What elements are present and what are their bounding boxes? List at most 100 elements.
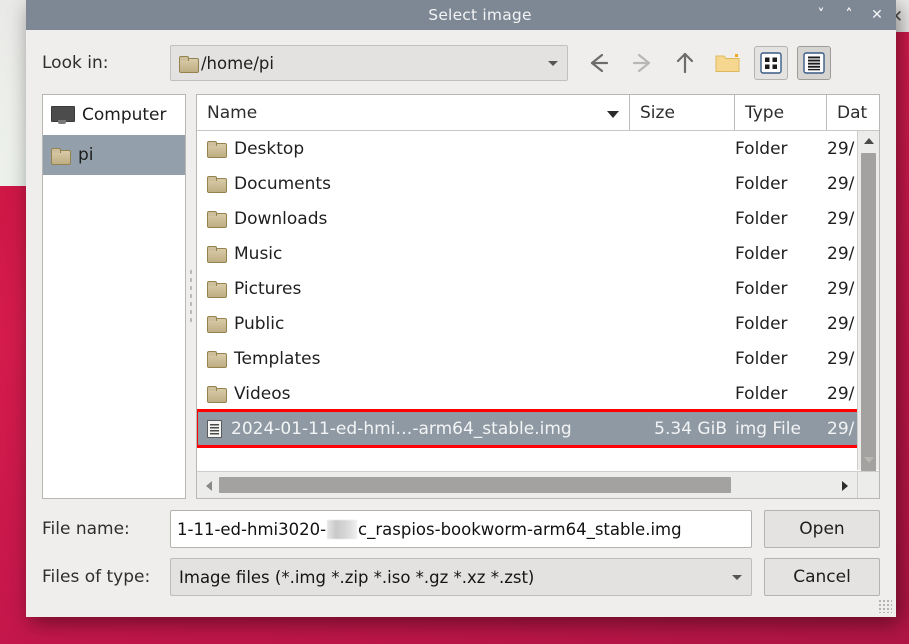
horizontal-scrollbar-thumb[interactable] <box>219 477 731 493</box>
table-row[interactable]: VideosFolder29/ <box>197 376 879 411</box>
resize-grip-icon[interactable] <box>878 599 892 613</box>
file-name-cell: Downloads <box>197 209 630 229</box>
folder-icon <box>207 351 225 366</box>
file-type-cell: img File <box>735 419 827 439</box>
column-header-label: Dat <box>837 103 867 123</box>
window-controls: ˅ ˄ ✕ <box>814 8 896 22</box>
dialog-title: Select image <box>146 6 814 24</box>
scroll-left-icon[interactable] <box>199 472 219 499</box>
computer-icon <box>51 106 73 124</box>
column-header-type[interactable]: Type <box>735 95 827 130</box>
scrollbar-corner <box>857 471 879 498</box>
up-arrow-icon[interactable] <box>668 46 702 80</box>
file-name-text: 2024-01-11-ed-hmi…-arm64_stable.img <box>231 419 572 439</box>
look-in-label: Look in: <box>42 53 170 73</box>
column-header-size[interactable]: Size <box>630 95 735 130</box>
file-icon <box>207 420 222 438</box>
scroll-right-icon[interactable] <box>835 472 855 499</box>
maximize-icon[interactable]: ˄ <box>842 8 856 22</box>
file-list-header: Name Size Type Dat <box>197 95 879 131</box>
cancel-button[interactable]: Cancel <box>764 558 880 596</box>
table-row[interactable]: MusicFolder29/ <box>197 236 879 271</box>
table-row[interactable]: DocumentsFolder29/ <box>197 166 879 201</box>
file-name-cell: Documents <box>197 174 630 194</box>
file-name-label: File name: <box>42 519 170 539</box>
file-size-cell: 5.34 GiB <box>630 419 735 439</box>
column-header-date[interactable]: Dat <box>827 95 879 130</box>
file-name-value-suffix: c_raspios-bookworm-arm64_stable.img <box>358 520 682 539</box>
pane-splitter[interactable] <box>186 94 196 499</box>
file-name-cell: 2024-01-11-ed-hmi…-arm64_stable.img <box>197 419 630 439</box>
folder-icon <box>51 148 69 163</box>
column-header-label: Name <box>207 103 257 123</box>
file-name-cell: Music <box>197 244 630 264</box>
folder-icon <box>207 211 225 226</box>
open-button[interactable]: Open <box>764 510 880 548</box>
sidebar-item-computer[interactable]: Computer <box>43 95 185 135</box>
column-header-name[interactable]: Name <box>197 95 630 130</box>
look-in-value: /home/pi <box>201 54 274 73</box>
scroll-down-icon[interactable] <box>858 450 880 470</box>
navigation-toolbar <box>582 46 831 80</box>
file-type-cell: Folder <box>735 244 827 264</box>
places-sidebar: Computer pi <box>42 94 186 499</box>
files-of-type-value: Image files (*.img *.zip *.iso *.gz *.xz… <box>179 568 534 587</box>
triangle-down-icon <box>864 457 874 463</box>
new-folder-icon[interactable] <box>711 46 745 80</box>
folder-icon <box>207 246 225 261</box>
file-name-row: File name: 1-11-ed-hmi3020- c_raspios-boo… <box>42 509 880 549</box>
table-row[interactable]: PublicFolder29/ <box>197 306 879 341</box>
file-name-cell: Videos <box>197 384 630 404</box>
table-row[interactable]: DesktopFolder29/ <box>197 131 879 166</box>
file-name-cell: Public <box>197 314 630 334</box>
browser-panes: Computer pi Name Size <box>42 94 880 499</box>
column-header-label: Size <box>640 103 675 123</box>
detail-view-icon[interactable] <box>797 46 831 80</box>
file-name-value-prefix: 1-11-ed-hmi3020- <box>177 520 326 539</box>
sidebar-item-label: pi <box>78 145 94 165</box>
table-row[interactable]: 2024-01-11-ed-hmi…-arm64_stable.img 5.34 … <box>197 411 879 446</box>
file-list-pane: Name Size Type Dat DesktopFolder29/Docum… <box>196 94 880 499</box>
file-name-text: Desktop <box>234 139 304 159</box>
file-type-cell: Folder <box>735 209 827 229</box>
file-name-input[interactable]: 1-11-ed-hmi3020- c_raspios-bookworm-arm64… <box>170 510 752 548</box>
sidebar-item-label: Computer <box>82 105 167 125</box>
close-icon[interactable]: ✕ <box>870 8 884 22</box>
dialog-titlebar[interactable]: Select image ˅ ˄ ✕ <box>26 0 896 30</box>
column-header-label: Type <box>745 103 784 123</box>
files-of-type-combobox[interactable]: Image files (*.img *.zip *.iso *.gz *.xz… <box>170 558 752 596</box>
table-row[interactable]: PicturesFolder29/ <box>197 271 879 306</box>
file-name-text: Public <box>234 314 284 334</box>
files-of-type-row: Files of type: Image files (*.img *.zip … <box>42 557 880 597</box>
folder-icon <box>207 386 225 401</box>
vertical-scrollbar-thumb[interactable] <box>861 153 876 483</box>
folder-icon <box>207 281 225 296</box>
forward-arrow-icon[interactable] <box>625 46 659 80</box>
file-type-cell: Folder <box>735 174 827 194</box>
files-of-type-label: Files of type: <box>42 567 170 587</box>
table-row[interactable]: TemplatesFolder29/ <box>197 341 879 376</box>
scroll-up-icon[interactable] <box>858 131 880 151</box>
dialog-body: Look in: /home/pi <box>26 30 896 617</box>
file-name-cell: Pictures <box>197 279 630 299</box>
file-list-rows: DesktopFolder29/DocumentsFolder29/Downlo… <box>197 131 879 498</box>
vertical-scrollbar[interactable] <box>857 131 879 470</box>
select-image-dialog: Select image ˅ ˄ ✕ Look in: /home/pi <box>26 0 896 617</box>
table-row[interactable]: DownloadsFolder29/ <box>197 201 879 236</box>
look-in-combobox[interactable]: /home/pi <box>170 45 568 81</box>
file-type-cell: Folder <box>735 384 827 404</box>
triangle-up-icon <box>864 138 874 144</box>
folder-icon <box>207 316 225 331</box>
horizontal-scrollbar[interactable] <box>197 471 857 498</box>
file-type-cell: Folder <box>735 279 827 299</box>
chevron-down-icon[interactable] <box>732 575 742 580</box>
minimize-icon[interactable]: ˅ <box>814 8 828 22</box>
file-name-cell: Desktop <box>197 139 630 159</box>
chevron-down-icon[interactable] <box>548 61 558 66</box>
file-name-text: Downloads <box>234 209 327 229</box>
back-arrow-icon[interactable] <box>582 46 616 80</box>
dialog-form: File name: 1-11-ed-hmi3020- c_raspios-boo… <box>42 499 880 617</box>
sidebar-item-pi[interactable]: pi <box>43 135 185 175</box>
file-type-cell: Folder <box>735 139 827 159</box>
list-view-icon[interactable] <box>754 46 788 80</box>
